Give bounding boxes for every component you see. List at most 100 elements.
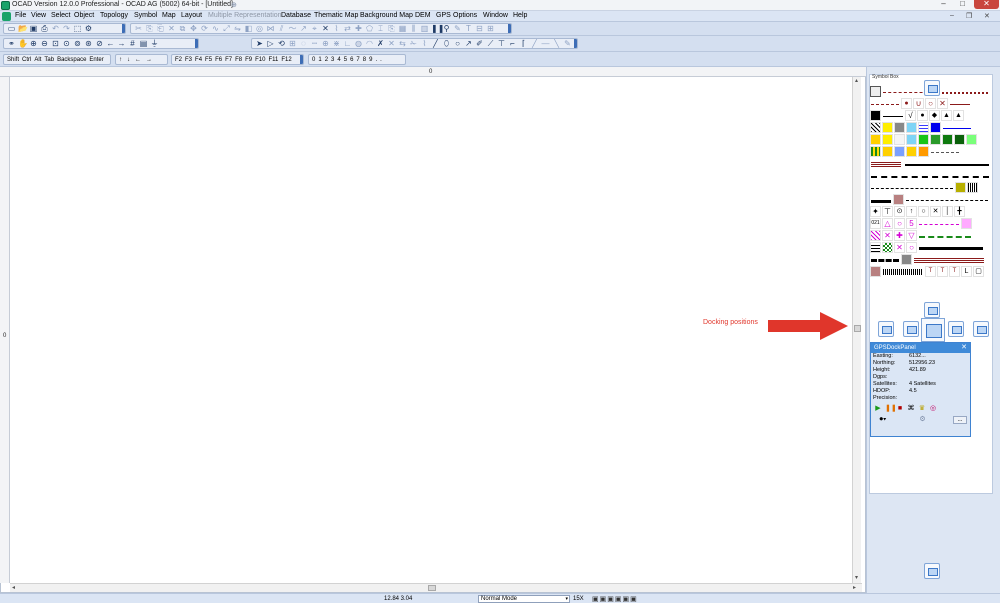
toolbar-grip[interactable]	[122, 24, 125, 33]
scale-icon[interactable]: ⤢	[222, 24, 231, 33]
symbol-cell[interactable]	[949, 98, 971, 109]
symbol-cell[interactable]	[870, 254, 900, 265]
crossing-icon[interactable]: ✕	[321, 24, 330, 33]
pattern-icon[interactable]: ▥	[420, 24, 429, 33]
symbol-cell[interactable]: ▽	[906, 230, 917, 241]
ocad-app-icon[interactable]	[1, 1, 10, 10]
gps-panel-title-bar[interactable]: GPSDockPanel ✕	[871, 343, 970, 353]
dash-tool-icon[interactable]: —	[541, 39, 550, 48]
key-ctrl[interactable]: Ctrl	[22, 57, 31, 63]
key-dot[interactable]: .	[380, 57, 382, 63]
symbol-cell[interactable]: │	[942, 206, 953, 217]
symbol-cell[interactable]: ✕	[930, 206, 941, 217]
symbol-cell[interactable]: ✕	[937, 98, 948, 109]
symbol-cell[interactable]	[942, 134, 953, 145]
filter-icon[interactable]: ⏚	[150, 39, 159, 48]
key-up[interactable]: ↑	[119, 57, 122, 63]
key-enter[interactable]: Enter	[89, 57, 103, 63]
symbol-cell[interactable]	[882, 266, 924, 277]
symbol-cell[interactable]: ▲	[941, 110, 952, 121]
gps-stop-icon[interactable]: ■	[896, 405, 904, 413]
reverse-icon[interactable]: ⇆	[398, 39, 407, 48]
crosshair-icon[interactable]: ⊕	[321, 39, 330, 48]
open-file-icon[interactable]: 📂	[18, 24, 28, 33]
circle-icon[interactable]: ○	[453, 39, 462, 48]
symbol-cell[interactable]	[870, 122, 881, 133]
symbol-cell[interactable]: ●	[917, 110, 928, 121]
smooth-icon[interactable]: 〜	[288, 24, 297, 33]
symbol-cell[interactable]	[961, 218, 972, 229]
zoom-in-icon[interactable]: ⊕	[29, 39, 38, 48]
symbol-cell[interactable]	[942, 122, 972, 133]
key-2[interactable]: 2	[325, 57, 328, 63]
horizontal-scroll-thumb[interactable]	[428, 585, 436, 591]
symbol-cell[interactable]	[930, 122, 941, 133]
key-f12[interactable]: F12	[281, 57, 291, 63]
menu-symbol[interactable]: Symbol	[134, 12, 157, 19]
status-gps-icon[interactable]: ▣	[615, 596, 623, 603]
reshape-tool-icon[interactable]: ⌇	[420, 39, 429, 48]
symbol-cell[interactable]: T	[925, 266, 936, 277]
mode-select[interactable]: Normal Mode ▾	[478, 595, 570, 603]
dash-icon[interactable]: ┉	[310, 39, 319, 48]
select-arrow-icon[interactable]: ➤	[255, 39, 264, 48]
move-icon[interactable]: ✥	[189, 24, 198, 33]
symbol-cell[interactable]	[870, 266, 881, 277]
menu-database[interactable]: Database	[281, 12, 311, 19]
new-file-icon[interactable]: ▭	[7, 24, 16, 33]
maximize-button[interactable]: □	[954, 0, 971, 9]
symbol-cell[interactable]	[918, 218, 960, 229]
path-icon[interactable]: ╲	[552, 39, 561, 48]
toolbar-grip[interactable]	[574, 39, 577, 48]
cross-icon[interactable]: ✚	[354, 24, 363, 33]
key-f8[interactable]: F8	[235, 57, 242, 63]
symbol-cell[interactable]	[870, 98, 900, 109]
layout-icon[interactable]: ▤	[139, 39, 148, 48]
select-vertex-icon[interactable]: ▷	[266, 39, 275, 48]
edit-vertex-icon[interactable]: ⬠	[365, 24, 374, 33]
corner-icon[interactable]: ∟	[343, 39, 352, 48]
dock-guide-right-icon[interactable]	[948, 321, 964, 337]
symbol-cell[interactable]	[870, 242, 881, 253]
cross-tool-icon[interactable]: ✗	[376, 39, 385, 48]
pin-tool-icon[interactable]: ⚲	[442, 24, 451, 33]
mirror-icon[interactable]: ⇋	[233, 24, 242, 33]
symbol-cell[interactable]	[954, 134, 965, 145]
edit-object-icon[interactable]: ✎	[453, 24, 462, 33]
key-6[interactable]: 6	[350, 57, 353, 63]
symbol-cell[interactable]: △	[882, 218, 893, 229]
symbol-cell[interactable]	[870, 194, 892, 205]
key-1[interactable]: 1	[318, 57, 321, 63]
symbol-cell[interactable]	[882, 146, 893, 157]
symbol-cell[interactable]	[913, 254, 985, 265]
horizontal-scrollbar[interactable]: ◂ ▸	[10, 583, 862, 592]
minimize-button[interactable]: –	[935, 0, 952, 9]
numeric-icon[interactable]: ⊤	[497, 39, 506, 48]
symbol-cell[interactable]: ✕	[894, 242, 905, 253]
delete-icon[interactable]: ✕	[167, 24, 176, 33]
dock-guide-top-icon[interactable]	[924, 80, 940, 96]
key-f5[interactable]: F5	[205, 57, 212, 63]
symbol-cell[interactable]: ✚	[894, 230, 905, 241]
zoom-window-icon[interactable]: ⊡	[51, 39, 60, 48]
symbol-cell[interactable]: ○	[918, 206, 929, 217]
menu-help[interactable]: Help	[513, 12, 527, 19]
circle-cut-icon[interactable]: ◍	[354, 39, 363, 48]
symbol-cell[interactable]	[918, 146, 929, 157]
symbol-cell[interactable]	[918, 122, 929, 133]
cut-icon[interactable]: ✂	[134, 24, 143, 33]
zoom-previous-icon[interactable]: ⊛	[84, 39, 93, 48]
key-f4[interactable]: F4	[195, 57, 202, 63]
insert-vertex-icon[interactable]: ⋇	[332, 39, 341, 48]
copy-text-icon[interactable]: ⎘	[387, 24, 396, 33]
toolbar-grip[interactable]	[508, 24, 511, 33]
split-icon[interactable]: ⫽	[277, 24, 286, 33]
key-down[interactable]: ↓	[127, 57, 130, 63]
menu-view[interactable]: View	[31, 12, 46, 19]
menu-file[interactable]: File	[15, 12, 26, 19]
status-layer-icon[interactable]: ▣	[592, 596, 600, 603]
arrow-right-icon[interactable]: →	[117, 39, 126, 48]
symbol-cell[interactable]	[894, 122, 905, 133]
symbol-cell[interactable]	[905, 194, 989, 205]
cut-hole-icon[interactable]: ◎	[255, 24, 264, 33]
